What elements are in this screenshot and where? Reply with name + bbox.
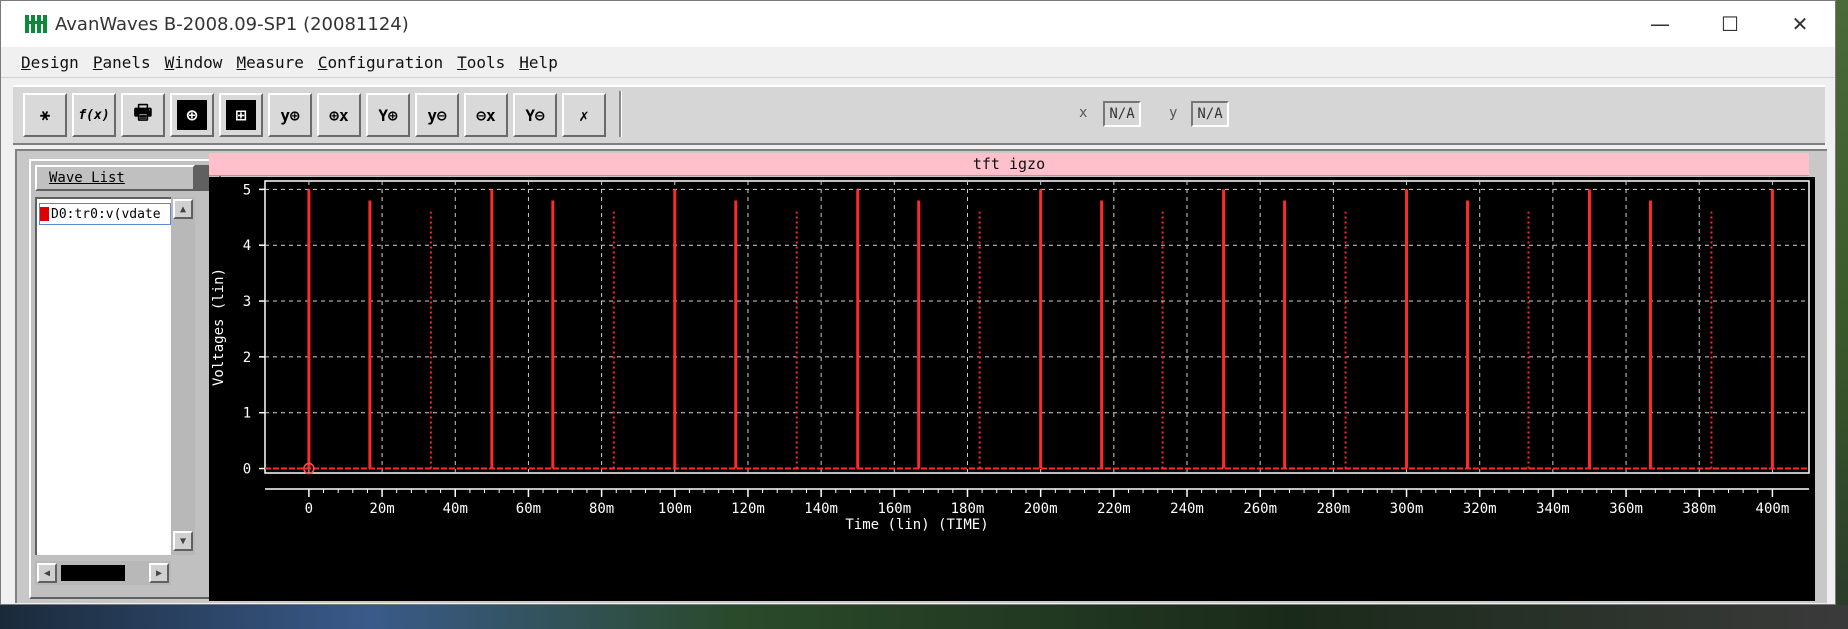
window-controls: — ☐ ✕ bbox=[1625, 1, 1835, 47]
desktop-taskbar-strip bbox=[0, 605, 1848, 629]
x-tick-label: 360m bbox=[1609, 501, 1643, 517]
menu-window[interactable]: Window bbox=[165, 53, 223, 72]
function-button[interactable]: f(x) bbox=[72, 93, 116, 137]
x-coord-label: x bbox=[1079, 105, 1088, 121]
x-tick-label: 400m bbox=[1756, 501, 1790, 517]
wave-list-vertical-scrollbar[interactable]: ▲ ▼ bbox=[171, 197, 195, 555]
wave-color-swatch bbox=[40, 207, 49, 221]
zoom-fit-icon: ✗ bbox=[579, 105, 589, 125]
toolbar: ⚹ f(x) 🖶 ⊕ ⊞ y⊕ ⊕x Y⊕ y⊖ ⊖x Y⊖ ✗ x N/A y… bbox=[13, 85, 1825, 145]
print-icon: 🖶 bbox=[133, 100, 153, 124]
x-tick-label: 340m bbox=[1536, 501, 1570, 517]
y-tick-label: 3 bbox=[243, 294, 251, 310]
wave-list: D0:tr0:v(vdate bbox=[35, 197, 171, 555]
app-window: AvanWaves B-2008.09-SP1 (20081124) — ☐ ✕… bbox=[0, 0, 1836, 605]
x-tick-label: 140m bbox=[804, 501, 838, 517]
y-zoom-out-button[interactable]: Y⊖ bbox=[513, 93, 557, 137]
scroll-down-button[interactable]: ▼ bbox=[173, 531, 193, 551]
x-zoom-out-icon: ⊖x bbox=[476, 105, 496, 125]
hierarchy-icon: ⚹ bbox=[40, 105, 50, 124]
zoom-fit-button[interactable]: ✗ bbox=[562, 93, 606, 137]
x-zoom-in-button[interactable]: ⊕x bbox=[317, 93, 361, 137]
y-zoom-in-x-icon: y⊕ bbox=[280, 105, 300, 125]
y-zoom-out-x-button[interactable]: y⊖ bbox=[415, 93, 459, 137]
y-tick-label: 1 bbox=[243, 406, 251, 422]
x-tick-label: 380m bbox=[1682, 501, 1716, 517]
add-panel-icon: ⊕ bbox=[177, 100, 207, 130]
scroll-up-button[interactable]: ▲ bbox=[173, 199, 193, 219]
x-zoom-out-button[interactable]: ⊖x bbox=[464, 93, 508, 137]
menu-design[interactable]: Design bbox=[21, 53, 79, 72]
scroll-right-button[interactable]: ▶ bbox=[149, 563, 169, 583]
menu-measure[interactable]: Measure bbox=[236, 53, 303, 72]
wave-list-header[interactable]: Wave List bbox=[35, 165, 195, 191]
hierarchy-button[interactable]: ⚹ bbox=[23, 93, 67, 137]
x-tick-label: 200m bbox=[1024, 501, 1058, 517]
plot-frame bbox=[264, 180, 1810, 474]
x-axis-label: Time (lin) (TIME) bbox=[845, 517, 988, 533]
x-tick-label: 160m bbox=[877, 501, 911, 517]
main-area: Wave List D0:tr0:v(vdate ▲ ▼ ◀ ▶ tft igz… bbox=[15, 149, 1827, 603]
maximize-button[interactable]: ☐ bbox=[1695, 1, 1765, 47]
wave-list-item[interactable]: D0:tr0:v(vdate bbox=[39, 203, 171, 225]
x-tick-label: 180m bbox=[951, 501, 985, 517]
x-tick-label: 100m bbox=[658, 501, 692, 517]
add-panels-icon: ⊞ bbox=[226, 100, 256, 130]
minimize-button[interactable]: — bbox=[1625, 1, 1695, 47]
y-zoom-in-button[interactable]: Y⊕ bbox=[366, 93, 410, 137]
scroll-left-button[interactable]: ◀ bbox=[37, 563, 57, 583]
y-tick-label: 5 bbox=[243, 182, 251, 198]
x-tick-label: 20m bbox=[369, 501, 394, 517]
print-button[interactable]: 🖶 bbox=[121, 93, 165, 137]
tool-buttons: ⚹ f(x) 🖶 ⊕ ⊞ y⊕ ⊕x Y⊕ y⊖ ⊖x Y⊖ ✗ bbox=[23, 93, 611, 137]
wave-list-horizontal-scrollbar[interactable]: ◀ ▶ bbox=[35, 561, 171, 585]
y-tick-label: 0 bbox=[243, 462, 251, 478]
menu-tools[interactable]: Tools bbox=[457, 53, 505, 72]
x-tick-label: 60m bbox=[516, 501, 541, 517]
x-tick-label: 320m bbox=[1463, 501, 1497, 517]
menu-bar: Design Panels Window Measure Configurati… bbox=[1, 47, 1835, 78]
close-button[interactable]: ✕ bbox=[1765, 1, 1835, 47]
x-tick-label: 260m bbox=[1243, 501, 1277, 517]
waveform-plot-area[interactable]: 0 1 2 3 4 5 0 20m 40m 60m 80m 100m 120m 140m 160m 180m 2… bbox=[209, 177, 1815, 601]
wave-name: D0:tr0:v(vdate bbox=[51, 206, 161, 222]
x-tick-label: 300m bbox=[1390, 501, 1424, 517]
add-panels-button[interactable]: ⊞ bbox=[219, 93, 263, 137]
x-tick-label: 120m bbox=[731, 501, 765, 517]
add-panel-button[interactable]: ⊕ bbox=[170, 93, 214, 137]
horizontal-scroll-thumb[interactable] bbox=[61, 565, 125, 581]
y-coord-label: y bbox=[1169, 105, 1178, 121]
x-tick-label: 220m bbox=[1097, 501, 1131, 517]
menu-configuration[interactable]: Configuration bbox=[318, 53, 443, 72]
x-coord-readout: N/A bbox=[1103, 101, 1141, 127]
y-coord-readout: N/A bbox=[1191, 101, 1229, 127]
menu-help[interactable]: Help bbox=[519, 53, 558, 72]
y-axis-label: Voltages (lin) bbox=[211, 268, 227, 386]
avanwaves-app-icon[interactable] bbox=[25, 13, 47, 35]
x-tick-label: 240m bbox=[1170, 501, 1204, 517]
wave-list-tab-handle[interactable] bbox=[195, 165, 209, 191]
fx-icon: f(x) bbox=[78, 107, 110, 123]
wave-list-panel: Wave List D0:tr0:v(vdate ▲ ▼ ◀ ▶ bbox=[29, 159, 221, 599]
x-tick-label: 0 bbox=[305, 501, 313, 517]
y-zoom-out-x-icon: y⊖ bbox=[427, 105, 447, 125]
title-bar[interactable]: AvanWaves B-2008.09-SP1 (20081124) — ☐ ✕ bbox=[1, 1, 1835, 47]
y-zoom-in-icon: Y⊕ bbox=[378, 105, 398, 125]
toolbar-separator bbox=[619, 91, 622, 137]
x-zoom-in-icon: ⊕x bbox=[329, 105, 349, 125]
window-title: AvanWaves B-2008.09-SP1 (20081124) bbox=[55, 13, 409, 35]
y-tick-label: 2 bbox=[243, 350, 251, 366]
menu-panels[interactable]: Panels bbox=[93, 53, 151, 72]
x-tick-label: 280m bbox=[1317, 501, 1351, 517]
plot-title[interactable]: tft igzo bbox=[209, 153, 1809, 176]
waveform-chart: 0 1 2 3 4 5 0 20m 40m 60m 80m 100m 120m 140m 160m 180m 2… bbox=[211, 180, 1810, 533]
y-zoom-out-icon: Y⊖ bbox=[525, 105, 545, 125]
x-tick-label: 40m bbox=[443, 501, 468, 517]
x-tick-label: 80m bbox=[589, 501, 614, 517]
y-zoom-in-x-button[interactable]: y⊕ bbox=[268, 93, 312, 137]
y-tick-label: 4 bbox=[243, 238, 251, 254]
